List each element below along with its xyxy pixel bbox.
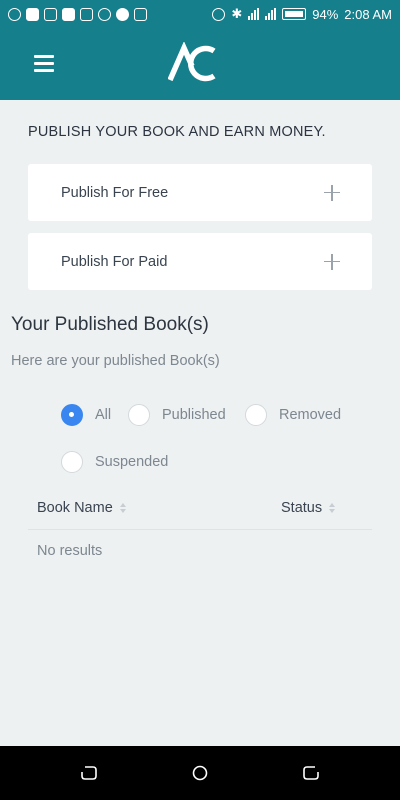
column-label: Status [281,500,323,516]
filter-label: All [95,407,112,423]
app-bar [0,28,400,100]
app-icon [8,7,21,21]
clock: 2:08 AM [344,6,392,22]
publish-free-label: Publish For Free [61,184,169,201]
column-label: Book Name [37,500,113,516]
back-icon[interactable] [80,765,98,781]
home-icon[interactable] [191,765,209,781]
image-icon [80,7,93,21]
logo-icon [168,42,216,82]
recents-icon[interactable] [302,765,320,781]
radio-circle [61,451,83,473]
signal-icon [248,8,260,20]
bluetooth-icon: ✱ [231,6,243,21]
hotspot-icon [212,7,226,21]
empty-state-text: No results [37,543,103,559]
filter-suspended-radio[interactable]: Suspended [61,451,168,473]
filter-all-radio[interactable]: All [61,404,111,426]
lock-icon [44,7,57,21]
sort-icon [329,503,336,513]
filter-removed-radio[interactable]: Removed [245,404,341,426]
sim-icon [134,7,147,21]
section-subtitle: Here are your published Book(s) [11,353,220,369]
plus-icon [324,253,340,270]
filter-published-radio[interactable]: Published [128,404,226,426]
eye-icon [116,7,129,21]
status-bar: ✱ 94% 2:08 AM [0,0,400,28]
plus-icon [324,184,340,201]
battery-level: 94% [312,6,339,22]
target-icon [98,7,111,21]
mail-icon [26,7,39,21]
radio-circle [245,404,267,426]
signal-icon [265,8,277,20]
filter-label: Published [162,407,226,423]
publish-paid-label: Publish For Paid [61,253,168,270]
section-title: Your Published Book(s) [11,314,209,335]
filter-label: Removed [279,407,342,423]
intro-text: PUBLISH YOUR BOOK AND EARN MONEY. [28,124,326,140]
filter-label: Suspended [95,454,169,470]
table-header: Book Name Status [28,490,372,530]
navigation-bar [0,746,400,800]
sort-icon [119,503,126,513]
column-status[interactable]: Status [281,500,336,516]
publish-paid-button[interactable]: Publish For Paid [28,233,372,290]
column-book-name[interactable]: Book Name [37,500,126,516]
publish-free-button[interactable]: Publish For Free [28,164,372,221]
battery-icon [282,8,307,20]
radio-circle [61,404,83,426]
notification-icons [8,7,147,21]
shield-icon [62,7,75,21]
radio-circle [128,404,150,426]
hamburger-menu-icon[interactable] [34,55,54,72]
